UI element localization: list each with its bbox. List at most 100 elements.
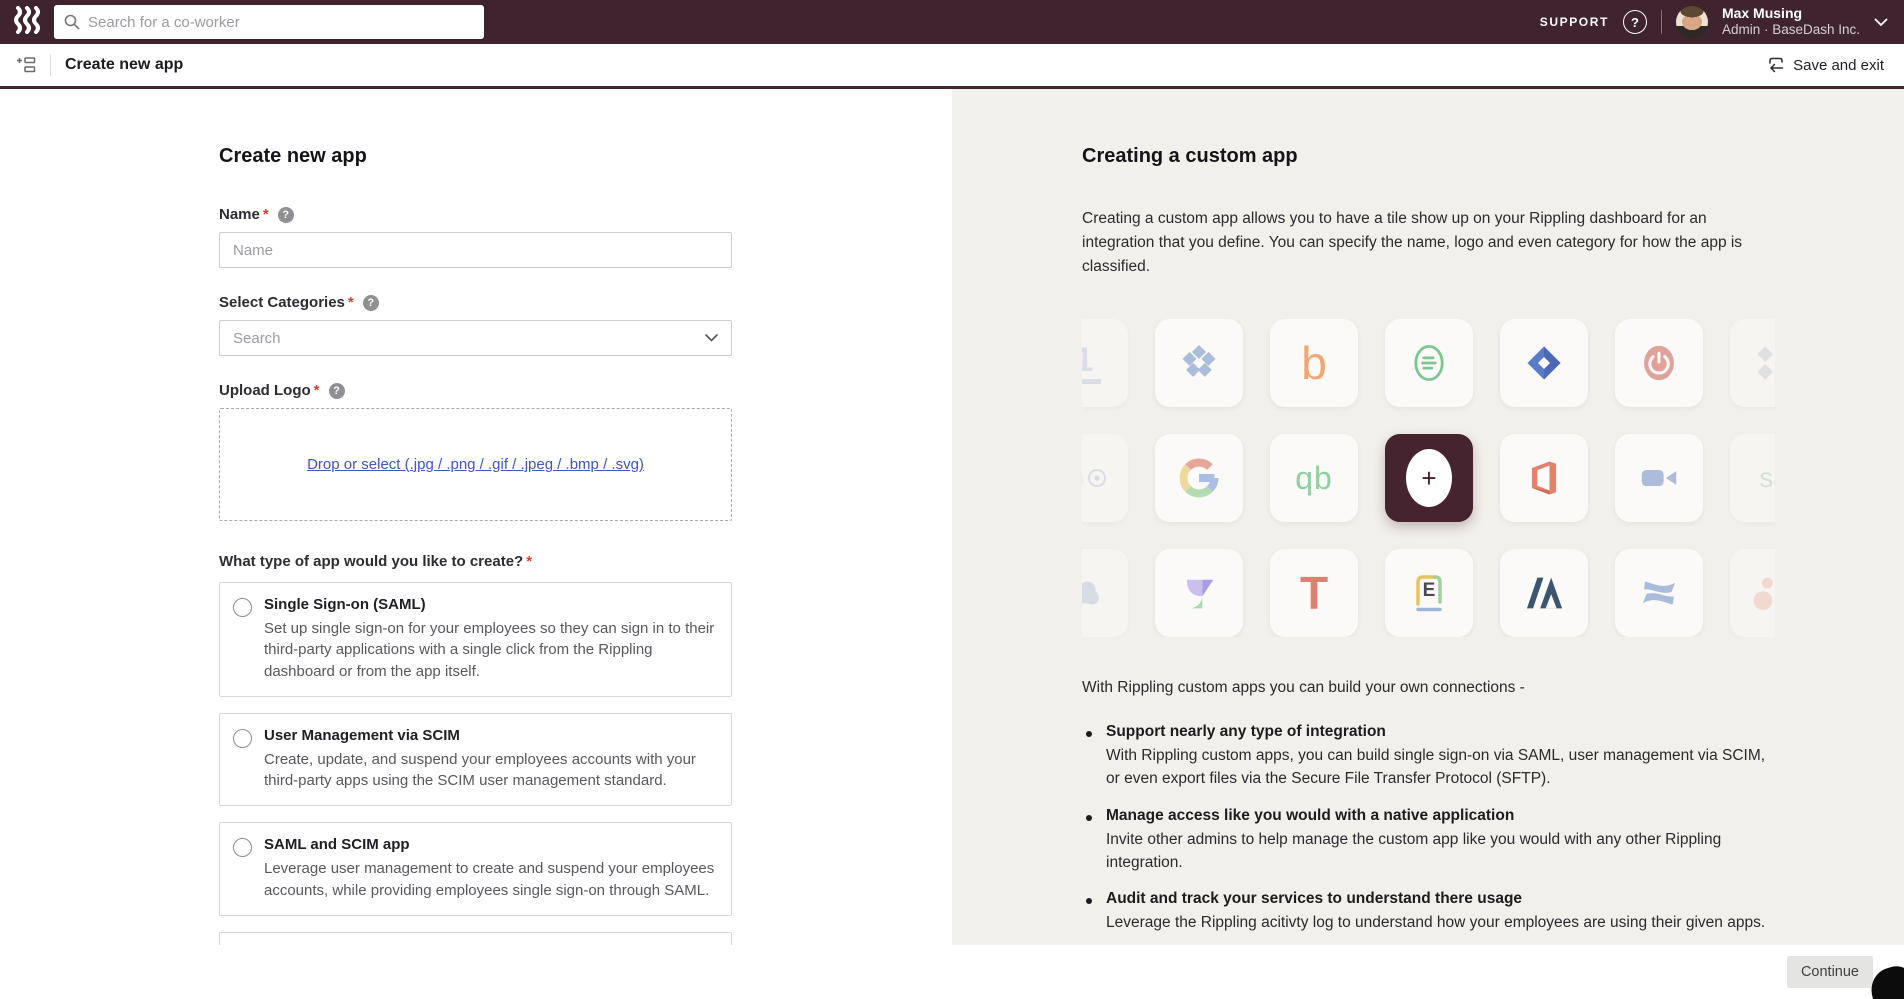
connections-line: With Rippling custom apps you can build … bbox=[1082, 679, 1904, 697]
pinwheel-diamonds-icon bbox=[1177, 341, 1221, 385]
drop-or-select-link[interactable]: Drop or select (.jpg / .png / .gif / .jp… bbox=[307, 456, 644, 473]
app-tile bbox=[1615, 319, 1703, 407]
user-menu[interactable]: Max Musing Admin · BaseDash Inc. bbox=[1722, 5, 1860, 39]
benefit-description: With Rippling custom apps, you can build… bbox=[1106, 744, 1782, 791]
app-tile bbox=[1500, 319, 1588, 407]
categories-label-row: Select Categories * ? bbox=[219, 294, 732, 311]
upload-logo-label: Upload Logo bbox=[219, 382, 311, 399]
e-letter: E bbox=[1409, 575, 1449, 607]
option-description: Create, update, and suspend your employe… bbox=[264, 749, 717, 792]
add-list-icon[interactable] bbox=[16, 57, 36, 74]
create-app-form-panel: Create new app Name * ? Select Categorie… bbox=[0, 89, 952, 945]
benefit-title: Support nearly any type of integration bbox=[1106, 723, 1782, 741]
upload-label-row: Upload Logo * ? bbox=[219, 382, 732, 399]
app-tile: E bbox=[1385, 549, 1473, 637]
video-camera-icon bbox=[1636, 455, 1682, 501]
app-tile bbox=[1730, 549, 1775, 637]
name-label: Name bbox=[219, 206, 260, 223]
user-role: Admin · BaseDash Inc. bbox=[1722, 22, 1860, 39]
app-tile bbox=[1155, 549, 1243, 637]
exit-icon bbox=[1767, 57, 1784, 74]
app-tile bbox=[1500, 549, 1588, 637]
categories-select[interactable]: Search bbox=[219, 320, 732, 356]
app-tile bbox=[1155, 319, 1243, 407]
benefit-title: Manage access like you would with a nati… bbox=[1106, 807, 1782, 825]
name-help-icon[interactable]: ? bbox=[278, 207, 294, 223]
screen: SUPPORT ? Max Musing Admin · BaseDash In… bbox=[0, 0, 1904, 999]
app-tile: T bbox=[1270, 549, 1358, 637]
search-input[interactable] bbox=[88, 14, 474, 31]
topbar-right: SUPPORT ? Max Musing Admin · BaseDash In… bbox=[1540, 5, 1888, 39]
pink-dots-icon bbox=[1752, 571, 1775, 615]
app-tile: qb bbox=[1270, 434, 1358, 522]
save-and-exit-label: Save and exit bbox=[1793, 57, 1884, 74]
app-tile: 1 bbox=[1082, 319, 1128, 407]
chevron-down-icon[interactable] bbox=[1874, 18, 1888, 27]
user-name: Max Musing bbox=[1722, 5, 1860, 23]
coworker-search[interactable] bbox=[54, 5, 484, 39]
app-type-label-row: What type of app would you like to creat… bbox=[219, 553, 732, 570]
user-avatar[interactable] bbox=[1676, 6, 1708, 38]
office-door-icon bbox=[1522, 456, 1566, 500]
cloud-partial-icon bbox=[1082, 570, 1107, 616]
option-title: User Management via SCIM bbox=[264, 727, 717, 744]
abstract-leaf-icon bbox=[1177, 571, 1221, 615]
app-tile: b bbox=[1270, 319, 1358, 407]
required-mark: * bbox=[314, 382, 320, 399]
benefit-description: Invite other admins to help manage the c… bbox=[1106, 828, 1782, 875]
required-mark: * bbox=[348, 294, 354, 311]
app-tile bbox=[1082, 549, 1128, 637]
xero-partial-icon: ro bbox=[1082, 465, 1108, 491]
benefit-title: Audit and track your services to underst… bbox=[1106, 890, 1782, 908]
save-and-exit-button[interactable]: Save and exit bbox=[1767, 57, 1884, 74]
topbar: SUPPORT ? Max Musing Admin · BaseDash In… bbox=[0, 0, 1904, 44]
page-title: Create new app bbox=[65, 56, 183, 74]
benefit-item: Manage access like you would with a nati… bbox=[1082, 807, 1782, 875]
gray-diamonds-icon bbox=[1752, 341, 1775, 385]
support-link[interactable]: SUPPORT bbox=[1540, 15, 1609, 29]
page-header: Create new app Save and exit bbox=[0, 44, 1904, 89]
info-heading: Creating a custom app bbox=[1082, 145, 1904, 168]
radio-saml[interactable] bbox=[233, 598, 252, 617]
logo-dropzone[interactable]: Drop or select (.jpg / .png / .gif / .jp… bbox=[219, 408, 732, 521]
name-input[interactable] bbox=[219, 232, 732, 268]
categories-placeholder: Search bbox=[233, 330, 281, 347]
app-type-label: What type of app would you like to creat… bbox=[219, 553, 523, 570]
help-circle-icon[interactable]: ? bbox=[1623, 10, 1647, 34]
required-mark: * bbox=[263, 206, 269, 223]
radio-scim[interactable] bbox=[233, 729, 252, 748]
option-title: SAML and SCIM app bbox=[264, 836, 717, 853]
search-icon bbox=[64, 14, 80, 30]
required-mark: * bbox=[526, 553, 532, 570]
option-description: Set up single sign-on for your employees… bbox=[264, 618, 717, 682]
app-tile bbox=[1500, 434, 1588, 522]
jira-diamond-icon bbox=[1522, 341, 1566, 385]
name-field: Name * ? bbox=[219, 206, 732, 268]
form-heading: Create new app bbox=[219, 145, 732, 168]
green-oval-lines-icon bbox=[1406, 340, 1452, 386]
footer-bar: Continue bbox=[0, 945, 1904, 999]
app-tile bbox=[1615, 434, 1703, 522]
app-tile bbox=[1385, 319, 1473, 407]
upload-logo-field: Upload Logo * ? Drop or select (.jpg / .… bbox=[219, 382, 732, 521]
option-title: Single Sign-on (SAML) bbox=[264, 596, 717, 613]
benefit-description: Leverage the Rippling acitivty log to un… bbox=[1106, 911, 1782, 934]
main-content: Create new app Name * ? Select Categorie… bbox=[0, 89, 1904, 945]
option-saml-scim[interactable]: SAML and SCIM app Leverage user manageme… bbox=[219, 822, 732, 916]
sage-partial-icon: sa bbox=[1759, 464, 1775, 492]
upload-help-icon[interactable]: ? bbox=[329, 383, 345, 399]
double-wave-icon bbox=[1636, 570, 1682, 616]
rippling-logo-icon[interactable] bbox=[14, 6, 40, 39]
app-tile bbox=[1615, 549, 1703, 637]
categories-help-icon[interactable]: ? bbox=[363, 295, 379, 311]
continue-button[interactable]: Continue bbox=[1787, 956, 1873, 988]
app-logo-grid: 1 b bbox=[1082, 319, 1775, 637]
app-tile: sa bbox=[1730, 434, 1775, 522]
slash-a-icon bbox=[1522, 571, 1566, 615]
option-saml[interactable]: Single Sign-on (SAML) Set up single sign… bbox=[219, 582, 732, 697]
benefit-item: Audit and track your services to underst… bbox=[1082, 890, 1782, 934]
app-tile: ro bbox=[1082, 434, 1128, 522]
option-scim[interactable]: User Management via SCIM Create, update,… bbox=[219, 713, 732, 807]
radio-saml-scim[interactable] bbox=[233, 838, 252, 857]
app-tile bbox=[1155, 434, 1243, 522]
